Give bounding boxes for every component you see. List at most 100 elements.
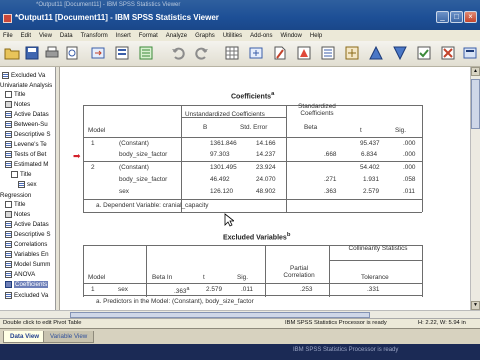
horizontal-scrollbar[interactable] <box>0 310 480 318</box>
recall-dialog-icon[interactable] <box>114 45 130 61</box>
outline-item[interactable]: Notes <box>5 100 30 109</box>
print-preview-icon[interactable] <box>64 45 80 61</box>
promote-icon[interactable] <box>320 45 336 61</box>
b-header: B <box>203 124 208 131</box>
term-cell: body_size_factor <box>119 151 168 158</box>
print-icon[interactable] <box>44 45 60 61</box>
sig-header: Sig. <box>395 127 407 134</box>
select-output-icon[interactable] <box>296 45 312 61</box>
b-cell: 97.303 <box>210 151 230 158</box>
outline-item-selected[interactable]: Coefficients <box>5 280 49 289</box>
collinearity-header: Collinearity Statistics <box>348 245 408 252</box>
scroll-down-icon[interactable]: ▼ <box>471 301 480 310</box>
ghost-window-title: *Output11 [Document11] - IBM SPSS Statis… <box>36 2 181 8</box>
menu-window[interactable]: Window <box>281 33 302 39</box>
outline-item[interactable]: Levene's Te <box>5 140 47 149</box>
save-icon[interactable] <box>24 45 40 61</box>
menu-utilities[interactable]: Utilities <box>223 33 242 39</box>
collapse-icon[interactable] <box>392 45 408 61</box>
table-border <box>329 245 330 297</box>
outline-item[interactable]: Title <box>11 170 31 179</box>
show-icon[interactable] <box>416 45 432 61</box>
vertical-scrollbar[interactable]: ▲ ▼ <box>470 67 480 310</box>
tab-data-view[interactable]: Data View <box>3 331 47 343</box>
demote-icon[interactable] <box>344 45 360 61</box>
se-cell: 48.902 <box>256 188 276 195</box>
status-hint: Double click to edit Pivot Table <box>3 320 82 326</box>
outline-item[interactable]: sex <box>18 180 37 189</box>
menu-analyze[interactable]: Analyze <box>166 33 187 39</box>
outline-item[interactable]: Descriptive S <box>5 230 50 239</box>
insert-heading-icon[interactable] <box>462 45 478 61</box>
view-tabs: Data View Variable View <box>0 328 480 344</box>
scroll-up-icon[interactable]: ▲ <box>471 67 480 76</box>
menu-edit[interactable]: Edit <box>21 33 31 39</box>
b-cell: 1301.495 <box>210 164 237 171</box>
menu-format[interactable]: Format <box>139 33 158 39</box>
t-cell: 6.834 <box>361 151 377 158</box>
b-cell: 46.492 <box>210 176 230 183</box>
outline-item[interactable]: Excluded Va <box>5 291 48 300</box>
maximize-button[interactable]: □ <box>450 11 463 23</box>
spss-app-icon <box>3 14 12 23</box>
outline-item[interactable]: Active Datas <box>5 220 49 229</box>
goto-case-icon[interactable] <box>248 45 264 61</box>
table-border <box>146 245 147 297</box>
menu-graphs[interactable]: Graphs <box>195 33 215 39</box>
outline-item[interactable]: Descriptive S <box>5 130 50 139</box>
outline-item[interactable]: Between-Su <box>5 120 48 129</box>
model-cell: 2 <box>91 164 95 171</box>
variables-icon[interactable] <box>138 45 154 61</box>
outline-item[interactable]: Notes <box>5 210 30 219</box>
menu-insert[interactable]: Insert <box>116 33 131 39</box>
table-border <box>83 245 84 297</box>
se-cell: 14.237 <box>256 151 276 158</box>
redo-icon[interactable] <box>194 45 210 61</box>
model-cell: 1 <box>91 140 95 147</box>
outline-item[interactable]: Estimated M <box>5 160 48 169</box>
beta-cell: .363 <box>324 188 337 195</box>
outline-item[interactable]: Correlations <box>5 240 47 249</box>
outline-item[interactable]: Title <box>5 200 25 209</box>
outline-item[interactable]: Variables En <box>5 250 49 259</box>
sig-cell: .000 <box>403 140 416 147</box>
model-header: Model <box>88 274 106 281</box>
scroll-thumb[interactable] <box>471 79 480 129</box>
title-bar: *Output11 [Document11] - IBM SPSS Statis… <box>0 0 480 30</box>
se-header: Std. Error <box>240 124 268 131</box>
designate-window-icon[interactable] <box>272 45 288 61</box>
outline-item[interactable]: Model Summ <box>5 260 50 269</box>
outline-item[interactable]: Excluded Va <box>2 71 45 80</box>
t-cell: 2.579 <box>363 188 379 195</box>
menu-addons[interactable]: Add-ons <box>250 33 272 39</box>
outline-item[interactable]: Univariate Analysis <box>0 81 52 90</box>
table-border <box>83 137 422 138</box>
outline-item[interactable]: Regression <box>0 191 31 200</box>
hide-icon[interactable] <box>440 45 456 61</box>
minimize-button[interactable]: _ <box>436 11 449 23</box>
outline-item[interactable]: Title <box>5 90 25 99</box>
undo-icon[interactable] <box>170 45 186 61</box>
open-icon[interactable] <box>4 45 20 61</box>
outline-item[interactable]: Active Datas <box>5 110 49 119</box>
menu-bar: File Edit View Data Transform Insert For… <box>0 30 480 41</box>
menu-view[interactable]: View <box>39 33 52 39</box>
t-header: t <box>360 127 362 134</box>
menu-data[interactable]: Data <box>60 33 73 39</box>
menu-help[interactable]: Help <box>310 33 322 39</box>
table-border <box>181 105 182 212</box>
expand-icon[interactable] <box>368 45 384 61</box>
menu-file[interactable]: File <box>3 33 13 39</box>
tab-variable-view[interactable]: Variable View <box>43 331 95 343</box>
export-icon[interactable] <box>90 45 106 61</box>
menu-transform[interactable]: Transform <box>81 33 108 39</box>
close-button[interactable]: × <box>464 11 477 23</box>
table-border <box>422 105 423 212</box>
status-bar: Double click to edit Pivot Table IBM SPS… <box>0 318 480 328</box>
outline-item[interactable]: Tests of Bet <box>5 150 46 159</box>
b-cell: 1361.846 <box>210 140 237 147</box>
outline-item[interactable]: ANOVA <box>5 270 35 279</box>
goto-data-icon[interactable] <box>224 45 240 61</box>
se-cell: 24.070 <box>256 176 276 183</box>
output-content-pane: ➡ Coefficientsa Unstandardized Coefficie… <box>60 67 470 310</box>
